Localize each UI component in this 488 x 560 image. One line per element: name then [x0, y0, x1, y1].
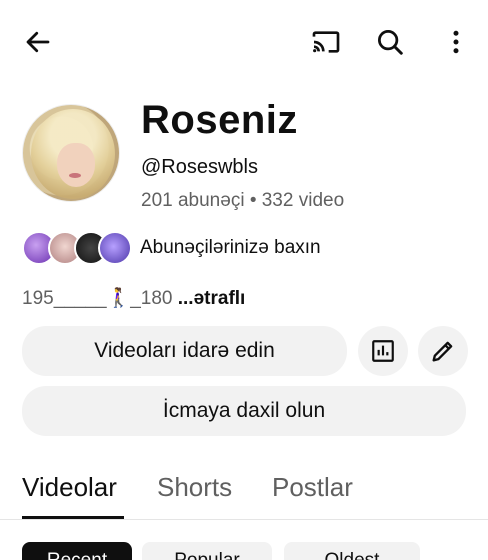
analytics-icon	[372, 340, 394, 362]
edit-pencil-icon	[432, 341, 453, 362]
channel-description[interactable]: 195_____🚶‍♀️_180 ...ətraflı	[22, 286, 245, 310]
description-text: 195_____🚶‍♀️_180	[22, 288, 178, 309]
join-community-button[interactable]: İcmaya daxil olun	[22, 386, 466, 436]
tab-shorts[interactable]: Shorts	[157, 472, 232, 503]
active-tab-indicator	[22, 516, 124, 519]
channel-stats: 201 abunəçi • 332 video	[141, 190, 345, 211]
avatar	[98, 231, 132, 265]
search-icon	[378, 30, 403, 55]
more-options-button[interactable]	[436, 22, 476, 62]
join-community-label: İcmaya daxil olun	[162, 399, 326, 422]
top-app-bar	[0, 0, 488, 80]
more-link[interactable]: ...ətraflı	[178, 288, 246, 309]
arrow-left-icon	[26, 31, 50, 53]
edit-channel-button[interactable]	[418, 326, 468, 376]
subscribers-row[interactable]: Abunəçilərinizə baxın	[22, 230, 321, 266]
view-subscribers-link[interactable]: Abunəçilərinizə baxın	[140, 237, 321, 259]
sort-chips: Recent Popular Oldest	[22, 540, 488, 560]
channel-handle: @Roseswbls	[141, 156, 259, 178]
search-button[interactable]	[370, 22, 410, 62]
chip-oldest[interactable]: Oldest	[284, 542, 420, 560]
channel-tabs: Videolar Shorts Postlar	[0, 462, 488, 520]
channel-avatar[interactable]	[22, 104, 120, 202]
analytics-button[interactable]	[358, 326, 408, 376]
tab-videos[interactable]: Videolar	[22, 472, 117, 503]
subscriber-avatars	[22, 231, 132, 265]
chip-popular[interactable]: Popular	[142, 542, 272, 560]
cast-button[interactable]	[306, 22, 346, 62]
back-button[interactable]	[18, 22, 58, 62]
manage-videos-label: Videoları idarə edin	[94, 339, 275, 362]
cast-icon	[312, 31, 340, 53]
manage-videos-button[interactable]: Videoları idarə edin	[22, 326, 347, 376]
tab-posts[interactable]: Postlar	[272, 472, 353, 503]
more-vert-icon	[453, 30, 459, 54]
channel-name: Roseniz	[141, 98, 298, 142]
chip-recent[interactable]: Recent	[22, 542, 132, 560]
